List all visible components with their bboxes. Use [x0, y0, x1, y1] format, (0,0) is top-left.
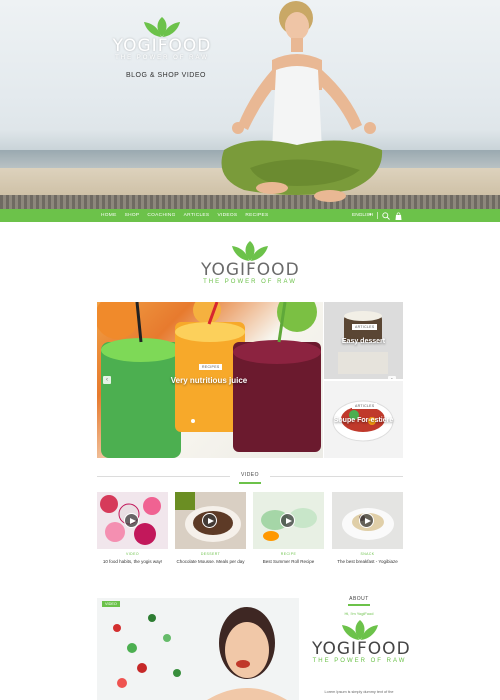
leaf-logo-icon	[144, 17, 180, 37]
nav-divider	[377, 212, 378, 219]
center-logo[interactable]: YOGIFOOD THE POWER OF RAW	[201, 240, 299, 286]
logo-name: YOGIFOOD	[112, 36, 212, 56]
section-accent	[348, 604, 370, 606]
section-accent	[239, 482, 261, 484]
hero-logo[interactable]: YOGIFOOD THE POWER OF RAW	[112, 16, 212, 62]
video-thumb-3[interactable]	[253, 492, 324, 549]
video-thumb-4[interactable]	[332, 492, 403, 549]
hero-subtitle: BLOG & SHOP VIDEO	[126, 72, 206, 79]
about-logo: YOGIFOOD THE POWER OF RAW	[312, 619, 411, 665]
leaf-logo-icon	[232, 241, 268, 261]
featured-side-title[interactable]: Soupe For-estière	[328, 417, 399, 425]
video-category[interactable]: DESSERT	[175, 552, 246, 556]
category-badge[interactable]: ARTICLES	[352, 403, 378, 409]
category-badge[interactable]: ARTICLES	[352, 324, 378, 330]
category-badge[interactable]: RECIPES	[199, 364, 223, 370]
video-title[interactable]: 10 food habits, the yogis way!	[97, 559, 168, 565]
video-title[interactable]: The best breakfast - Yogibiaze	[332, 559, 403, 565]
logo-tagline: THE POWER OF RAW	[203, 279, 297, 285]
featured-side-post-2[interactable]: ARTICLES Soupe For-estière	[324, 381, 403, 458]
nav-item-articles[interactable]: ARTICLES	[180, 209, 214, 222]
slider-dot[interactable]	[191, 419, 195, 423]
nav-item-home[interactable]: HOME	[97, 209, 121, 222]
video-category[interactable]: RECIPE	[253, 552, 324, 556]
video-title[interactable]: Best Summer Roll Recipe	[253, 559, 324, 565]
shopping-bag-icon[interactable]	[395, 212, 402, 220]
hero-banner: YOGIFOOD THE POWER OF RAW BLOG & SHOP VI…	[0, 0, 500, 209]
chevron-down-icon[interactable]: ▾	[369, 209, 371, 222]
nav-items: HOME SHOP COACHING ARTICLES VIDEOS RECIP…	[97, 209, 273, 222]
nav-item-videos[interactable]: VIDEOS	[213, 209, 241, 222]
nav-item-coaching[interactable]: COACHING	[143, 209, 179, 222]
video-title[interactable]: Chocolate Mousse. Meals per day	[175, 559, 246, 565]
featured-side-post-1[interactable]: ARTICLES Easy dessert ›	[324, 302, 403, 379]
video-thumb-2[interactable]	[175, 492, 246, 549]
arrow-left-icon[interactable]: ‹	[103, 376, 111, 384]
play-icon[interactable]	[280, 513, 295, 528]
about-heading: ABOUT	[349, 596, 369, 602]
search-icon[interactable]	[382, 212, 390, 220]
yoga-woman-image	[221, 1, 383, 202]
video-thumb-1[interactable]	[97, 492, 168, 549]
play-icon[interactable]	[359, 513, 374, 528]
arrow-right-icon[interactable]: ›	[388, 376, 396, 379]
logo-name: YOGIFOOD	[201, 260, 300, 280]
logo-tagline: THE POWER OF RAW	[312, 658, 407, 664]
main-nav: HOME SHOP COACHING ARTICLES VIDEOS RECIP…	[0, 209, 500, 222]
play-icon[interactable]	[202, 513, 217, 528]
woman-salad-photo	[97, 598, 299, 700]
video-category[interactable]: SNACK	[332, 552, 403, 556]
video-category[interactable]: VIDEO	[97, 552, 168, 556]
video-tag[interactable]: VIDEO	[102, 601, 120, 607]
logo-tagline: THE POWER OF RAW	[115, 55, 209, 61]
leaf-logo-icon	[341, 620, 378, 640]
featured-side-title[interactable]: Easy dessert	[328, 338, 399, 346]
featured-video-image[interactable]	[97, 598, 299, 700]
nav-item-recipes[interactable]: RECIPES	[241, 209, 272, 222]
about-greeting: Hi, I'm YogiFood	[344, 611, 374, 616]
play-icon[interactable]	[124, 513, 139, 528]
featured-main-title[interactable]: Very nutritious juice	[169, 376, 249, 385]
video-section-heading: VIDEO	[230, 472, 270, 478]
nav-item-shop[interactable]: SHOP	[121, 209, 144, 222]
logo-name: YOGIFOOD	[312, 639, 411, 659]
about-text: Lorem Ipsum is simply dummy text of the	[324, 690, 394, 694]
featured-main-post[interactable]: RECIPES Very nutritious juice ‹	[97, 302, 323, 458]
